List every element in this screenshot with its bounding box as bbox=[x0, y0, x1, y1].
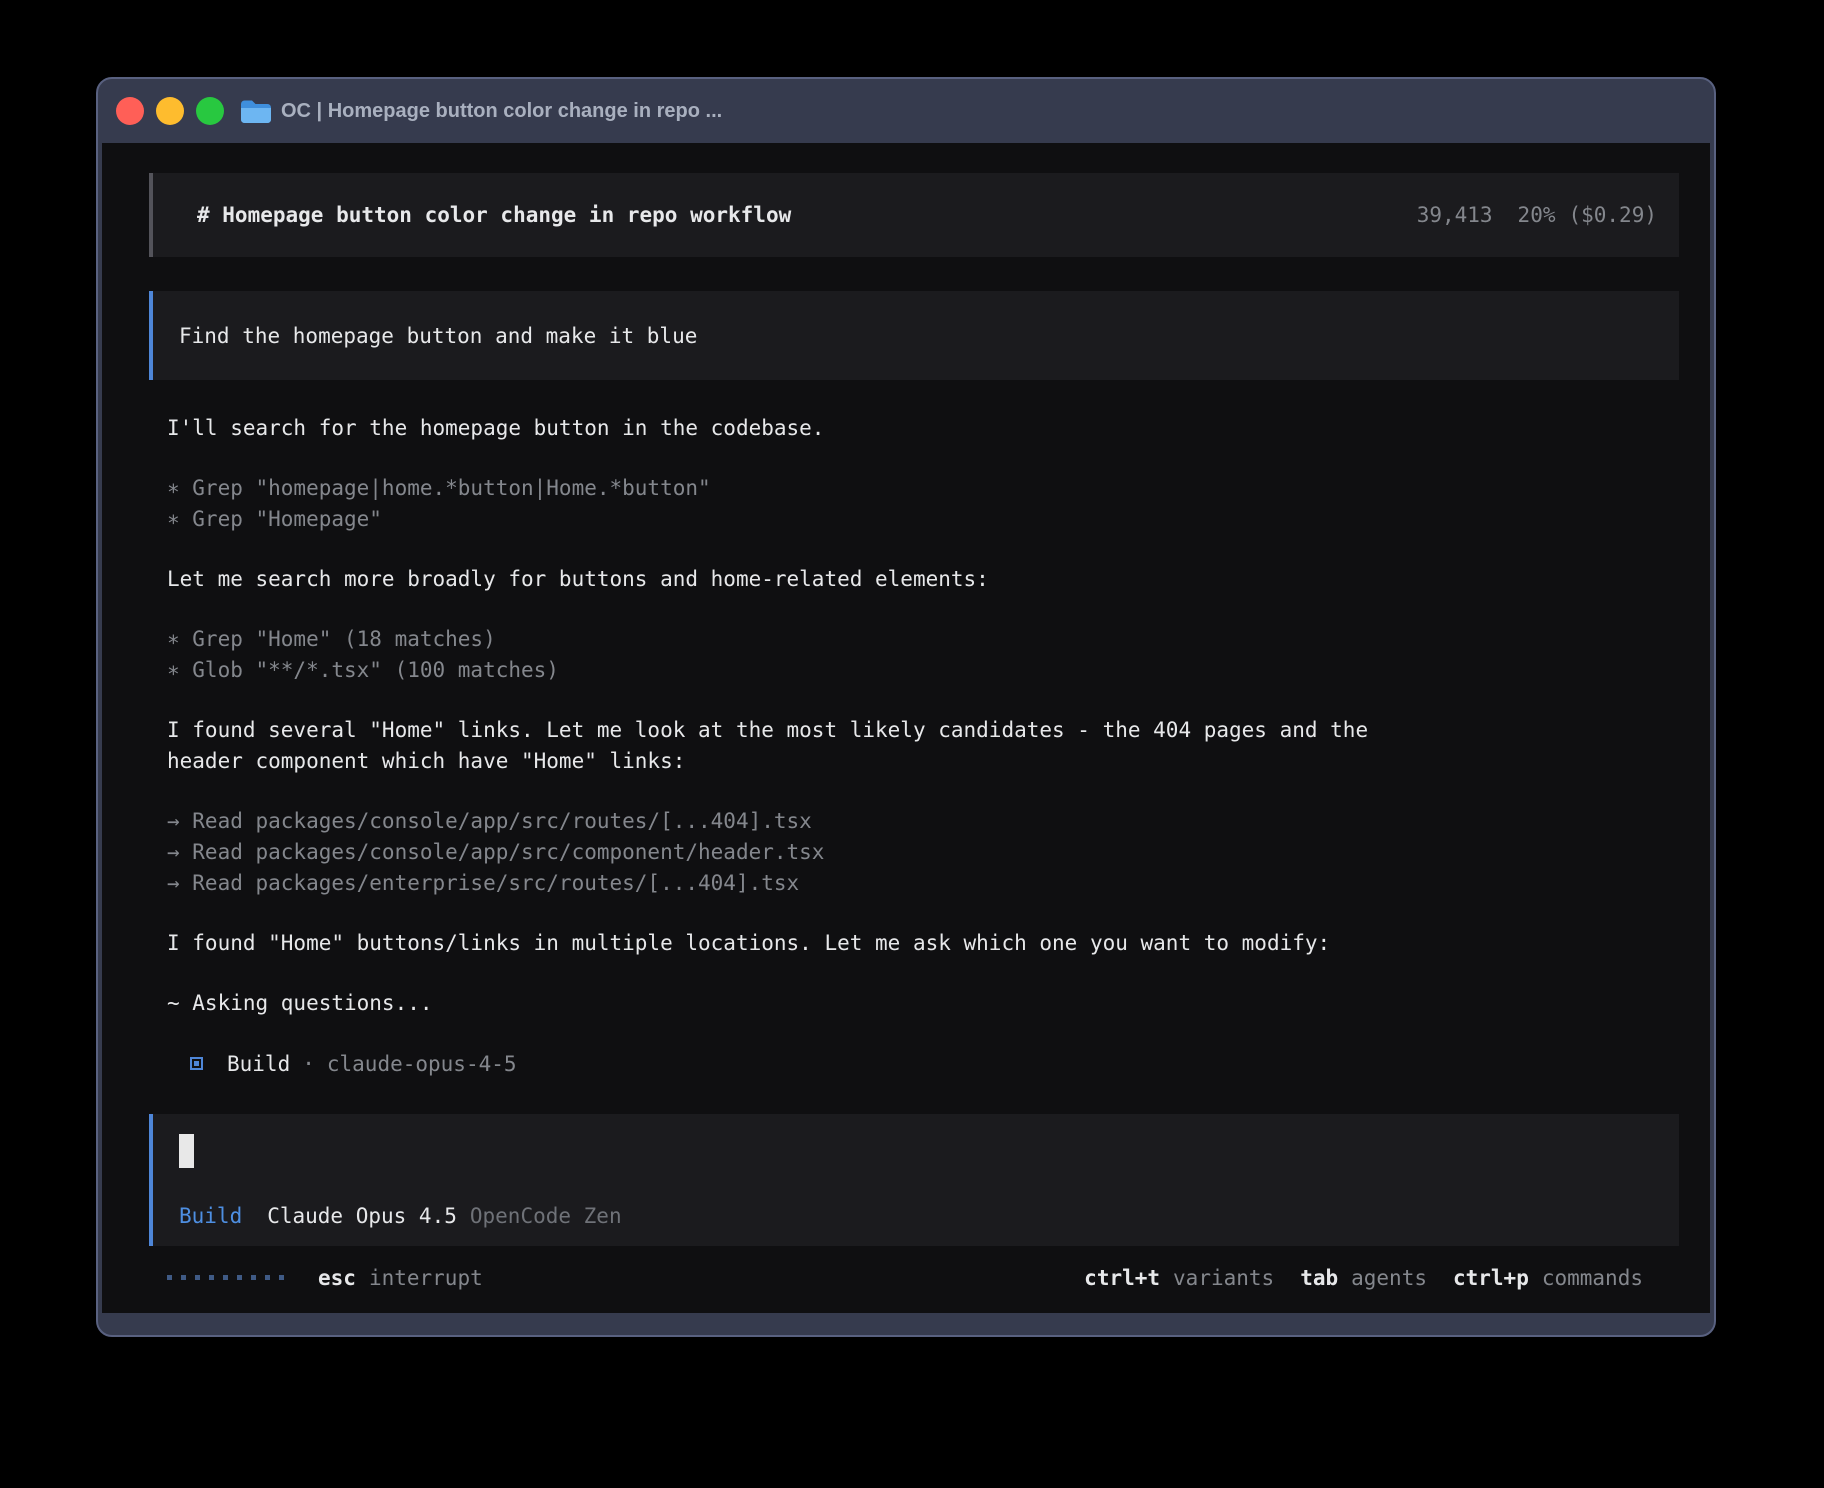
tool-call-line: ∗ Grep "Home" (18 matches) bbox=[167, 624, 1679, 655]
tool-call-line: ∗ Grep "Homepage" bbox=[167, 504, 1679, 535]
assistant-text-line: I found "Home" buttons/links in multiple… bbox=[167, 928, 1679, 959]
prompt-input[interactable]: Build Claude Opus 4.5 OpenCode Zen bbox=[149, 1114, 1679, 1246]
user-message: Find the homepage button and make it blu… bbox=[149, 291, 1679, 380]
context-percent: 20% bbox=[1518, 203, 1556, 227]
esc-key-hint[interactable]: esc bbox=[318, 1266, 356, 1290]
status-bar-left: esc interrupt bbox=[167, 1266, 483, 1290]
tool-call-group: ∗ Grep "Home" (18 matches)∗ Glob "**/*.t… bbox=[167, 624, 1679, 686]
tool-call-line: → Read packages/console/app/src/routes/[… bbox=[167, 806, 1679, 837]
prompt-meta: Build Claude Opus 4.5 OpenCode Zen bbox=[179, 1204, 1657, 1228]
minimize-button[interactable] bbox=[156, 97, 184, 125]
fullscreen-button[interactable] bbox=[196, 97, 224, 125]
status-bar: esc interrupt ctrl+tvariantstabagentsctr… bbox=[149, 1262, 1679, 1293]
activity-dot bbox=[195, 1275, 200, 1280]
agent-status-line: Build · claude-opus-4-5 bbox=[190, 1048, 1679, 1079]
session-stats: 39,413 20% ($0.29) bbox=[1417, 203, 1657, 227]
assistant-transcript: I'll search for the homepage button in t… bbox=[149, 413, 1679, 1019]
text-cursor bbox=[179, 1134, 194, 1168]
user-message-text: Find the homepage button and make it blu… bbox=[179, 324, 697, 348]
assistant-text: I found several "Home" links. Let me loo… bbox=[167, 715, 1679, 777]
esc-key-label: interrupt bbox=[369, 1266, 483, 1290]
window-controls bbox=[116, 97, 224, 125]
activity-dot bbox=[209, 1275, 214, 1280]
shortcut-label: agents bbox=[1351, 1266, 1427, 1290]
activity-spinner-dots bbox=[167, 1275, 284, 1280]
agent-name: Build bbox=[227, 1052, 290, 1076]
folder-icon bbox=[240, 99, 271, 124]
shortcut-key: ctrl+t bbox=[1084, 1266, 1160, 1290]
tool-call-line: ∗ Grep "homepage|home.*button|Home.*butt… bbox=[167, 473, 1679, 504]
session-cost: ($0.29) bbox=[1568, 203, 1657, 227]
agent-model: claude-opus-4-5 bbox=[327, 1052, 517, 1076]
shortcut-key: ctrl+p bbox=[1453, 1266, 1529, 1290]
session-title: # Homepage button color change in repo w… bbox=[197, 203, 791, 227]
activity-dot bbox=[167, 1275, 172, 1280]
assistant-text: Let me search more broadly for buttons a… bbox=[167, 564, 1679, 595]
build-agent-icon bbox=[190, 1057, 203, 1070]
assistant-text-line: Let me search more broadly for buttons a… bbox=[167, 564, 1679, 595]
status-bar-shortcuts: ctrl+t variants tab agents ctrl+p commands bbox=[1058, 1266, 1643, 1290]
assistant-text-line: ~ Asking questions... bbox=[167, 988, 1679, 1019]
assistant-text-line: header component which have "Home" links… bbox=[167, 746, 1679, 777]
shortcut-label: commands bbox=[1542, 1266, 1643, 1290]
activity-dot bbox=[237, 1275, 242, 1280]
shortcut-commands[interactable]: ctrl+p commands bbox=[1453, 1266, 1643, 1290]
shortcut-variants[interactable]: ctrl+t variants bbox=[1084, 1266, 1274, 1290]
tool-call-group: ∗ Grep "homepage|home.*button|Home.*butt… bbox=[167, 473, 1679, 535]
window-title: OC | Homepage button color change in rep… bbox=[281, 100, 722, 123]
shortcut-label: variants bbox=[1173, 1266, 1274, 1290]
tool-call-line: ∗ Glob "**/*.tsx" (100 matches) bbox=[167, 655, 1679, 686]
titlebar: OC | Homepage button color change in rep… bbox=[98, 79, 1714, 143]
activity-dot bbox=[223, 1275, 228, 1280]
session-header: # Homepage button color change in repo w… bbox=[149, 173, 1679, 257]
activity-dot bbox=[181, 1275, 186, 1280]
activity-dot bbox=[251, 1275, 256, 1280]
activity-dot bbox=[279, 1275, 284, 1280]
activity-dot bbox=[265, 1275, 270, 1280]
assistant-text: I found "Home" buttons/links in multiple… bbox=[167, 928, 1679, 959]
assistant-text: ~ Asking questions... bbox=[167, 988, 1679, 1019]
assistant-text: I'll search for the homepage button in t… bbox=[167, 413, 1679, 444]
assistant-text-line: I'll search for the homepage button in t… bbox=[167, 413, 1679, 444]
prompt-model[interactable]: Claude Opus 4.5 bbox=[267, 1204, 457, 1228]
close-button[interactable] bbox=[116, 97, 144, 125]
assistant-text-line: I found several "Home" links. Let me loo… bbox=[167, 715, 1679, 746]
tool-call-group: → Read packages/console/app/src/routes/[… bbox=[167, 806, 1679, 899]
prompt-provider: OpenCode Zen bbox=[470, 1204, 622, 1228]
prompt-mode[interactable]: Build bbox=[179, 1204, 242, 1228]
separator-dot: · bbox=[302, 1052, 315, 1076]
terminal-content: # Homepage button color change in repo w… bbox=[102, 143, 1710, 1313]
tool-call-line: → Read packages/enterprise/src/routes/[.… bbox=[167, 868, 1679, 899]
token-count: 39,413 bbox=[1417, 203, 1493, 227]
shortcut-key: tab bbox=[1300, 1266, 1338, 1290]
terminal-window: OC | Homepage button color change in rep… bbox=[96, 77, 1716, 1337]
shortcut-agents[interactable]: tab agents bbox=[1300, 1266, 1427, 1290]
tool-call-line: → Read packages/console/app/src/componen… bbox=[167, 837, 1679, 868]
